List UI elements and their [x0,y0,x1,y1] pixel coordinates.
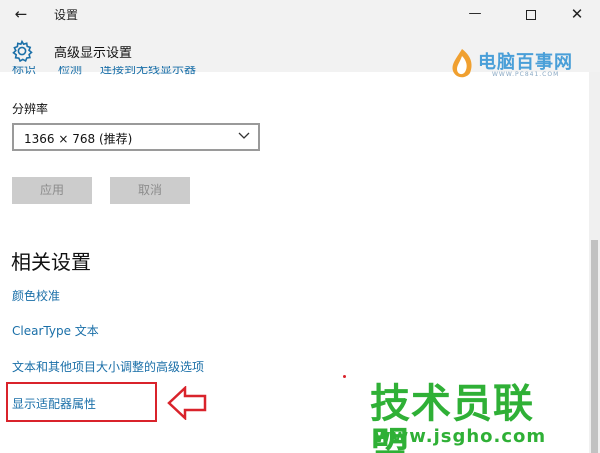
brand-mark-icon [452,49,472,78]
cancel-button[interactable]: 取消 [110,177,190,204]
close-icon: ✕ [570,5,584,23]
gear-icon [12,39,33,63]
title-bar: ← 设置 — ✕ [0,0,600,28]
watermark-url: www.jsgho.com [374,426,547,447]
identify-link[interactable]: 标识 [12,66,36,77]
app-title: 设置 [54,8,79,22]
close-button[interactable]: ✕ [554,2,600,26]
color-calibration-link[interactable]: 颜色校准 [12,287,60,304]
red-dot [343,375,346,378]
watermark: 技术员联盟 www.jsgho.com [370,382,570,453]
advanced-sizing-link[interactable]: 文本和其他项目大小调整的高级选项 [12,358,204,375]
resolution-dropdown[interactable]: 1366 × 768 (推荐) [12,123,260,151]
related-settings-title: 相关设置 [11,250,91,274]
chevron-down-icon [238,132,250,139]
minimize-icon: — [468,6,482,21]
cleartype-text-link[interactable]: ClearType 文本 [12,322,99,339]
wireless-display-link[interactable]: 连接到无线显示器 [100,66,196,77]
brand-url: WWW.PC841.COM [492,71,560,78]
resolution-label: 分辨率 [12,102,49,116]
back-arrow-icon: ← [14,5,28,23]
left-arrow-icon [167,386,207,420]
highlight-box [6,382,157,422]
detect-link[interactable]: 检测 [58,66,82,77]
page-title: 高级显示设置 [54,46,133,61]
maximize-icon [526,9,536,20]
scroll-thumb[interactable] [591,240,598,453]
minimize-button[interactable]: — [452,2,498,26]
scrollbar[interactable] [589,72,600,453]
brand-logo: 电脑百事网 WWW.PC841.COM [448,47,598,85]
cut-off-links: 标识 检测 连接到无线显示器 [12,66,272,78]
resolution-value: 1366 × 768 (推荐) [24,132,133,146]
maximize-button[interactable] [508,2,554,26]
apply-button[interactable]: 应用 [12,177,92,204]
back-button[interactable]: ← [8,4,34,24]
